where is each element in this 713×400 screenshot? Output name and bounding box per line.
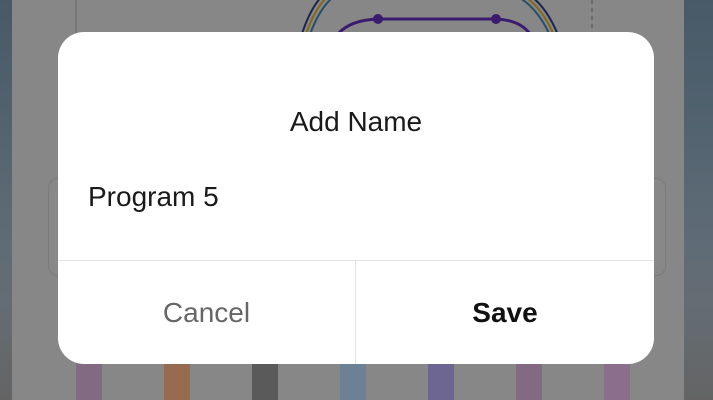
name-input[interactable] bbox=[88, 177, 624, 217]
dialog-title: Add Name bbox=[289, 106, 423, 137]
screen: Add Name Cancel Save bbox=[0, 0, 713, 400]
add-name-dialog: Add Name Cancel Save bbox=[58, 32, 654, 364]
save-button[interactable]: Save bbox=[356, 261, 654, 364]
cancel-button[interactable]: Cancel bbox=[58, 261, 355, 364]
